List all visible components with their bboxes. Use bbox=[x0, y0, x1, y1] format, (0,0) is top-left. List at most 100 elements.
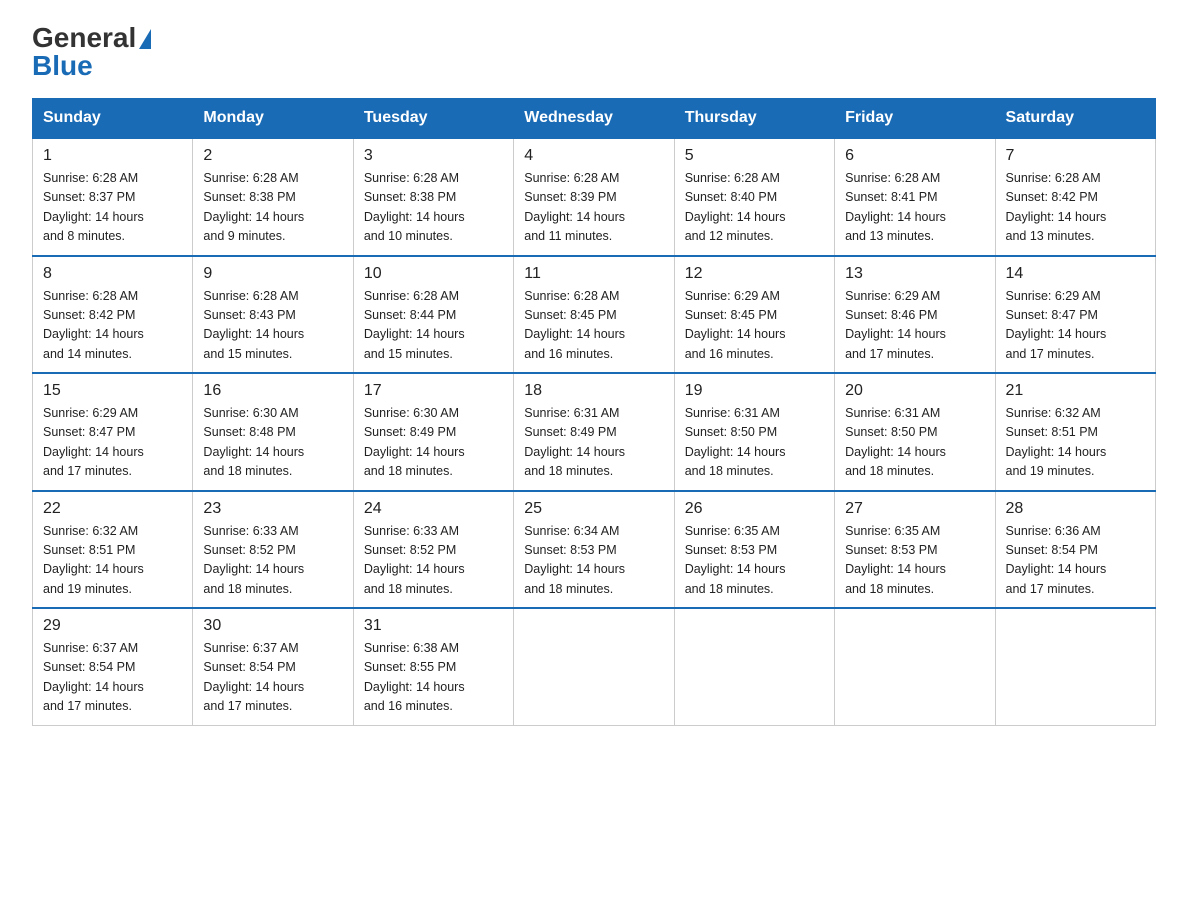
day-info: Sunrise: 6:28 AMSunset: 8:38 PMDaylight:… bbox=[364, 171, 465, 243]
page-header: General Blue bbox=[32, 24, 1156, 80]
calendar-cell: 11 Sunrise: 6:28 AMSunset: 8:45 PMDaylig… bbox=[514, 256, 674, 374]
day-info: Sunrise: 6:29 AMSunset: 8:45 PMDaylight:… bbox=[685, 289, 786, 361]
day-info: Sunrise: 6:31 AMSunset: 8:49 PMDaylight:… bbox=[524, 406, 625, 478]
day-number: 24 bbox=[364, 500, 503, 518]
day-info: Sunrise: 6:28 AMSunset: 8:45 PMDaylight:… bbox=[524, 289, 625, 361]
day-number: 12 bbox=[685, 265, 824, 283]
weekday-header-monday: Monday bbox=[193, 99, 353, 139]
weekday-header-row: SundayMondayTuesdayWednesdayThursdayFrid… bbox=[33, 99, 1156, 139]
day-number: 14 bbox=[1006, 265, 1145, 283]
calendar-cell: 5 Sunrise: 6:28 AMSunset: 8:40 PMDayligh… bbox=[674, 138, 834, 256]
calendar-cell: 8 Sunrise: 6:28 AMSunset: 8:42 PMDayligh… bbox=[33, 256, 193, 374]
day-number: 1 bbox=[43, 147, 182, 165]
day-info: Sunrise: 6:28 AMSunset: 8:41 PMDaylight:… bbox=[845, 171, 946, 243]
calendar-week-row: 29 Sunrise: 6:37 AMSunset: 8:54 PMDaylig… bbox=[33, 608, 1156, 725]
day-number: 2 bbox=[203, 147, 342, 165]
day-info: Sunrise: 6:28 AMSunset: 8:42 PMDaylight:… bbox=[43, 289, 144, 361]
day-info: Sunrise: 6:35 AMSunset: 8:53 PMDaylight:… bbox=[685, 524, 786, 596]
calendar-cell: 22 Sunrise: 6:32 AMSunset: 8:51 PMDaylig… bbox=[33, 491, 193, 609]
day-number: 27 bbox=[845, 500, 984, 518]
day-number: 4 bbox=[524, 147, 663, 165]
day-info: Sunrise: 6:30 AMSunset: 8:49 PMDaylight:… bbox=[364, 406, 465, 478]
calendar-cell: 30 Sunrise: 6:37 AMSunset: 8:54 PMDaylig… bbox=[193, 608, 353, 725]
day-number: 13 bbox=[845, 265, 984, 283]
day-number: 18 bbox=[524, 382, 663, 400]
day-info: Sunrise: 6:29 AMSunset: 8:46 PMDaylight:… bbox=[845, 289, 946, 361]
calendar-cell: 26 Sunrise: 6:35 AMSunset: 8:53 PMDaylig… bbox=[674, 491, 834, 609]
day-number: 28 bbox=[1006, 500, 1145, 518]
day-number: 15 bbox=[43, 382, 182, 400]
day-info: Sunrise: 6:33 AMSunset: 8:52 PMDaylight:… bbox=[203, 524, 304, 596]
weekday-header-tuesday: Tuesday bbox=[353, 99, 513, 139]
calendar-cell: 25 Sunrise: 6:34 AMSunset: 8:53 PMDaylig… bbox=[514, 491, 674, 609]
calendar-cell: 23 Sunrise: 6:33 AMSunset: 8:52 PMDaylig… bbox=[193, 491, 353, 609]
day-info: Sunrise: 6:32 AMSunset: 8:51 PMDaylight:… bbox=[43, 524, 144, 596]
calendar-cell: 4 Sunrise: 6:28 AMSunset: 8:39 PMDayligh… bbox=[514, 138, 674, 256]
day-number: 8 bbox=[43, 265, 182, 283]
day-number: 17 bbox=[364, 382, 503, 400]
calendar-cell: 1 Sunrise: 6:28 AMSunset: 8:37 PMDayligh… bbox=[33, 138, 193, 256]
calendar-cell: 19 Sunrise: 6:31 AMSunset: 8:50 PMDaylig… bbox=[674, 373, 834, 491]
day-number: 21 bbox=[1006, 382, 1145, 400]
day-info: Sunrise: 6:28 AMSunset: 8:38 PMDaylight:… bbox=[203, 171, 304, 243]
day-number: 29 bbox=[43, 617, 182, 635]
calendar-week-row: 8 Sunrise: 6:28 AMSunset: 8:42 PMDayligh… bbox=[33, 256, 1156, 374]
day-number: 3 bbox=[364, 147, 503, 165]
day-info: Sunrise: 6:30 AMSunset: 8:48 PMDaylight:… bbox=[203, 406, 304, 478]
logo-blue-text: Blue bbox=[32, 50, 93, 81]
calendar-table: SundayMondayTuesdayWednesdayThursdayFrid… bbox=[32, 98, 1156, 726]
day-number: 23 bbox=[203, 500, 342, 518]
day-number: 30 bbox=[203, 617, 342, 635]
calendar-cell: 2 Sunrise: 6:28 AMSunset: 8:38 PMDayligh… bbox=[193, 138, 353, 256]
day-info: Sunrise: 6:28 AMSunset: 8:39 PMDaylight:… bbox=[524, 171, 625, 243]
day-info: Sunrise: 6:28 AMSunset: 8:42 PMDaylight:… bbox=[1006, 171, 1107, 243]
day-number: 16 bbox=[203, 382, 342, 400]
calendar-cell: 27 Sunrise: 6:35 AMSunset: 8:53 PMDaylig… bbox=[835, 491, 995, 609]
calendar-cell: 14 Sunrise: 6:29 AMSunset: 8:47 PMDaylig… bbox=[995, 256, 1155, 374]
day-info: Sunrise: 6:31 AMSunset: 8:50 PMDaylight:… bbox=[845, 406, 946, 478]
calendar-cell: 29 Sunrise: 6:37 AMSunset: 8:54 PMDaylig… bbox=[33, 608, 193, 725]
calendar-week-row: 15 Sunrise: 6:29 AMSunset: 8:47 PMDaylig… bbox=[33, 373, 1156, 491]
day-info: Sunrise: 6:28 AMSunset: 8:40 PMDaylight:… bbox=[685, 171, 786, 243]
calendar-cell: 21 Sunrise: 6:32 AMSunset: 8:51 PMDaylig… bbox=[995, 373, 1155, 491]
day-number: 20 bbox=[845, 382, 984, 400]
day-number: 19 bbox=[685, 382, 824, 400]
calendar-cell bbox=[835, 608, 995, 725]
calendar-cell: 24 Sunrise: 6:33 AMSunset: 8:52 PMDaylig… bbox=[353, 491, 513, 609]
day-number: 5 bbox=[685, 147, 824, 165]
calendar-cell: 20 Sunrise: 6:31 AMSunset: 8:50 PMDaylig… bbox=[835, 373, 995, 491]
day-info: Sunrise: 6:31 AMSunset: 8:50 PMDaylight:… bbox=[685, 406, 786, 478]
day-number: 25 bbox=[524, 500, 663, 518]
day-number: 10 bbox=[364, 265, 503, 283]
calendar-cell: 17 Sunrise: 6:30 AMSunset: 8:49 PMDaylig… bbox=[353, 373, 513, 491]
day-info: Sunrise: 6:28 AMSunset: 8:44 PMDaylight:… bbox=[364, 289, 465, 361]
calendar-cell: 7 Sunrise: 6:28 AMSunset: 8:42 PMDayligh… bbox=[995, 138, 1155, 256]
day-info: Sunrise: 6:36 AMSunset: 8:54 PMDaylight:… bbox=[1006, 524, 1107, 596]
day-number: 26 bbox=[685, 500, 824, 518]
day-info: Sunrise: 6:34 AMSunset: 8:53 PMDaylight:… bbox=[524, 524, 625, 596]
day-info: Sunrise: 6:29 AMSunset: 8:47 PMDaylight:… bbox=[43, 406, 144, 478]
calendar-cell bbox=[674, 608, 834, 725]
calendar-week-row: 1 Sunrise: 6:28 AMSunset: 8:37 PMDayligh… bbox=[33, 138, 1156, 256]
calendar-cell: 9 Sunrise: 6:28 AMSunset: 8:43 PMDayligh… bbox=[193, 256, 353, 374]
day-info: Sunrise: 6:38 AMSunset: 8:55 PMDaylight:… bbox=[364, 641, 465, 713]
calendar-cell: 16 Sunrise: 6:30 AMSunset: 8:48 PMDaylig… bbox=[193, 373, 353, 491]
calendar-cell: 18 Sunrise: 6:31 AMSunset: 8:49 PMDaylig… bbox=[514, 373, 674, 491]
calendar-cell: 10 Sunrise: 6:28 AMSunset: 8:44 PMDaylig… bbox=[353, 256, 513, 374]
day-info: Sunrise: 6:28 AMSunset: 8:43 PMDaylight:… bbox=[203, 289, 304, 361]
calendar-cell: 15 Sunrise: 6:29 AMSunset: 8:47 PMDaylig… bbox=[33, 373, 193, 491]
day-number: 22 bbox=[43, 500, 182, 518]
day-info: Sunrise: 6:29 AMSunset: 8:47 PMDaylight:… bbox=[1006, 289, 1107, 361]
calendar-week-row: 22 Sunrise: 6:32 AMSunset: 8:51 PMDaylig… bbox=[33, 491, 1156, 609]
day-info: Sunrise: 6:35 AMSunset: 8:53 PMDaylight:… bbox=[845, 524, 946, 596]
day-number: 11 bbox=[524, 265, 663, 283]
day-info: Sunrise: 6:32 AMSunset: 8:51 PMDaylight:… bbox=[1006, 406, 1107, 478]
day-number: 31 bbox=[364, 617, 503, 635]
day-info: Sunrise: 6:28 AMSunset: 8:37 PMDaylight:… bbox=[43, 171, 144, 243]
day-number: 6 bbox=[845, 147, 984, 165]
logo-general-text: General bbox=[32, 22, 136, 53]
day-number: 9 bbox=[203, 265, 342, 283]
calendar-cell: 31 Sunrise: 6:38 AMSunset: 8:55 PMDaylig… bbox=[353, 608, 513, 725]
day-info: Sunrise: 6:37 AMSunset: 8:54 PMDaylight:… bbox=[203, 641, 304, 713]
calendar-cell: 3 Sunrise: 6:28 AMSunset: 8:38 PMDayligh… bbox=[353, 138, 513, 256]
